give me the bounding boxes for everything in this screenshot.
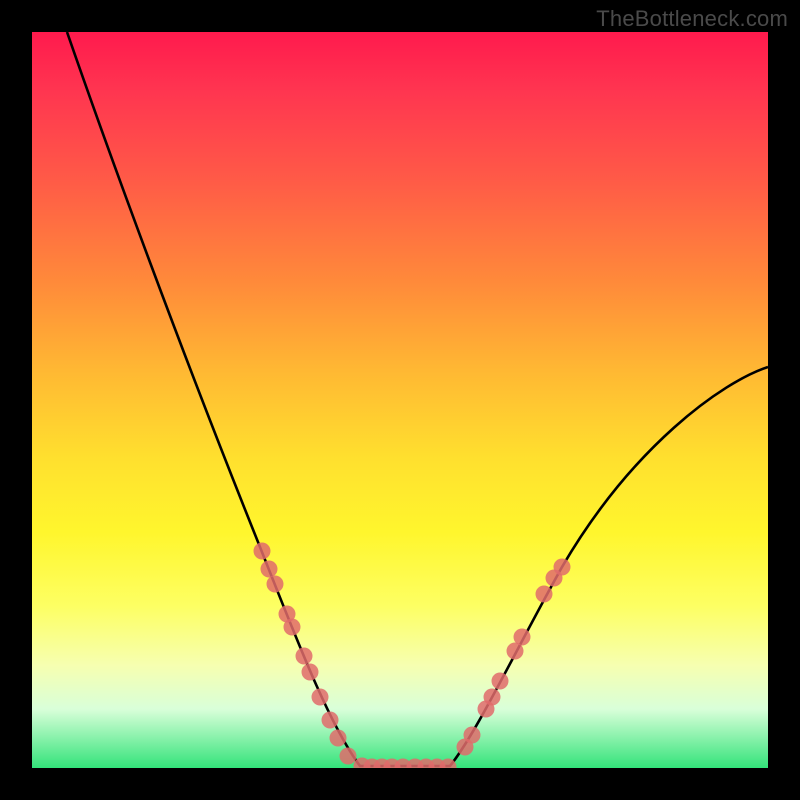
data-point (514, 629, 531, 646)
data-points (254, 543, 571, 769)
chart-frame: TheBottleneck.com (0, 0, 800, 800)
data-point (554, 559, 571, 576)
data-point (284, 619, 301, 636)
data-point (267, 576, 284, 593)
data-point (484, 689, 501, 706)
data-point (322, 712, 339, 729)
watermark-text: TheBottleneck.com (596, 6, 788, 32)
data-point (296, 648, 313, 665)
data-point (492, 673, 509, 690)
data-point (340, 748, 357, 765)
data-point (312, 689, 329, 706)
data-point (464, 727, 481, 744)
data-point (536, 586, 553, 603)
data-point (330, 730, 347, 747)
chart-plot-area (32, 32, 768, 768)
data-point (302, 664, 319, 681)
chart-svg (32, 32, 768, 768)
data-point (254, 543, 271, 560)
data-point (261, 561, 278, 578)
bottleneck-curve (67, 32, 768, 766)
